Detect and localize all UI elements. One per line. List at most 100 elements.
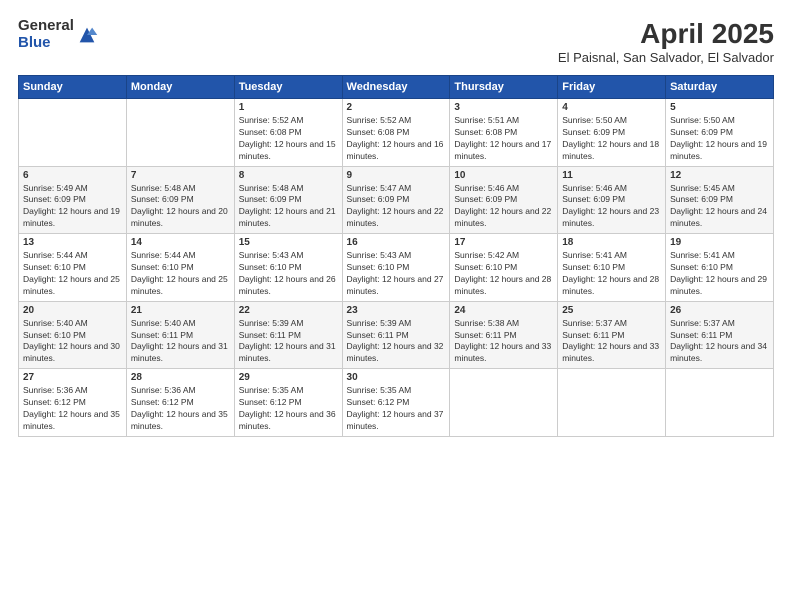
- col-sunday: Sunday: [19, 76, 127, 99]
- day-number: 29: [239, 372, 338, 383]
- page: General Blue April 2025 El Paisnal, San …: [0, 0, 792, 612]
- table-row: [666, 369, 774, 437]
- day-info: Sunrise: 5:52 AMSunset: 6:08 PMDaylight:…: [347, 115, 446, 163]
- table-row: 28Sunrise: 5:36 AMSunset: 6:12 PMDayligh…: [126, 369, 234, 437]
- day-info: Sunrise: 5:49 AMSunset: 6:09 PMDaylight:…: [23, 183, 122, 231]
- table-row: 1 Sunrise: 5:52 AMSunset: 6:08 PMDaylight…: [234, 99, 342, 167]
- day-number: 23: [347, 305, 446, 316]
- day-info: Sunrise: 5:52 AMSunset: 6:08 PMDaylight:…: [239, 115, 338, 163]
- table-row: [558, 369, 666, 437]
- table-row: 21Sunrise: 5:40 AMSunset: 6:11 PMDayligh…: [126, 301, 234, 369]
- day-info: Sunrise: 5:37 AMSunset: 6:11 PMDaylight:…: [670, 318, 769, 366]
- table-row: 26 Sunrise: 5:37 AMSunset: 6:11 PMDayligh…: [666, 301, 774, 369]
- day-number: 2: [347, 102, 446, 113]
- calendar-week-row: 6 Sunrise: 5:49 AMSunset: 6:09 PMDaylight…: [19, 166, 774, 234]
- col-friday: Friday: [558, 76, 666, 99]
- table-row: 13 Sunrise: 5:44 AMSunset: 6:10 PMDayligh…: [19, 234, 127, 302]
- calendar: Sunday Monday Tuesday Wednesday Thursday…: [18, 75, 774, 437]
- table-row: [450, 369, 558, 437]
- logo-blue: Blue: [18, 35, 74, 52]
- day-info: Sunrise: 5:35 AMSunset: 6:12 PMDaylight:…: [239, 385, 338, 433]
- table-row: 16Sunrise: 5:43 AMSunset: 6:10 PMDayligh…: [342, 234, 450, 302]
- day-number: 13: [23, 237, 122, 248]
- day-number: 8: [239, 170, 338, 181]
- logo-icon: [76, 24, 98, 46]
- day-number: 22: [239, 305, 338, 316]
- table-row: 14 Sunrise: 5:44 AMSunset: 6:10 PMDayligh…: [126, 234, 234, 302]
- day-number: 18: [562, 237, 661, 248]
- day-info: Sunrise: 5:40 AMSunset: 6:11 PMDaylight:…: [131, 318, 230, 366]
- table-row: 4 Sunrise: 5:50 AMSunset: 6:09 PMDaylight…: [558, 99, 666, 167]
- table-row: 7 Sunrise: 5:48 AMSunset: 6:09 PMDaylight…: [126, 166, 234, 234]
- table-row: 8 Sunrise: 5:48 AMSunset: 6:09 PMDaylight…: [234, 166, 342, 234]
- col-wednesday: Wednesday: [342, 76, 450, 99]
- day-info: Sunrise: 5:45 AMSunset: 6:09 PMDaylight:…: [670, 183, 769, 231]
- day-info: Sunrise: 5:46 AMSunset: 6:09 PMDaylight:…: [562, 183, 661, 231]
- day-info: Sunrise: 5:38 AMSunset: 6:11 PMDaylight:…: [454, 318, 553, 366]
- day-info: Sunrise: 5:50 AMSunset: 6:09 PMDaylight:…: [670, 115, 769, 163]
- day-info: Sunrise: 5:51 AMSunset: 6:08 PMDaylight:…: [454, 115, 553, 163]
- day-number: 4: [562, 102, 661, 113]
- table-row: 24 Sunrise: 5:38 AMSunset: 6:11 PMDayligh…: [450, 301, 558, 369]
- table-row: 12 Sunrise: 5:45 AMSunset: 6:09 PMDayligh…: [666, 166, 774, 234]
- table-row: [19, 99, 127, 167]
- table-row: 9Sunrise: 5:47 AMSunset: 6:09 PMDaylight…: [342, 166, 450, 234]
- table-row: 11 Sunrise: 5:46 AMSunset: 6:09 PMDayligh…: [558, 166, 666, 234]
- logo-general: General: [18, 18, 74, 35]
- calendar-week-row: 27 Sunrise: 5:36 AMSunset: 6:12 PMDayligh…: [19, 369, 774, 437]
- day-number: 6: [23, 170, 122, 181]
- day-number: 12: [670, 170, 769, 181]
- table-row: 20 Sunrise: 5:40 AMSunset: 6:10 PMDayligh…: [19, 301, 127, 369]
- day-info: Sunrise: 5:44 AMSunset: 6:10 PMDaylight:…: [23, 250, 122, 298]
- location: El Paisnal, San Salvador, El Salvador: [558, 50, 774, 65]
- day-info: Sunrise: 5:36 AMSunset: 6:12 PMDaylight:…: [23, 385, 122, 433]
- day-number: 26: [670, 305, 769, 316]
- day-info: Sunrise: 5:50 AMSunset: 6:09 PMDaylight:…: [562, 115, 661, 163]
- table-row: 22 Sunrise: 5:39 AMSunset: 6:11 PMDayligh…: [234, 301, 342, 369]
- table-row: 6 Sunrise: 5:49 AMSunset: 6:09 PMDaylight…: [19, 166, 127, 234]
- table-row: 3Sunrise: 5:51 AMSunset: 6:08 PMDaylight…: [450, 99, 558, 167]
- calendar-week-row: 20 Sunrise: 5:40 AMSunset: 6:10 PMDayligh…: [19, 301, 774, 369]
- table-row: 5 Sunrise: 5:50 AMSunset: 6:09 PMDaylight…: [666, 99, 774, 167]
- table-row: 17 Sunrise: 5:42 AMSunset: 6:10 PMDayligh…: [450, 234, 558, 302]
- day-number: 20: [23, 305, 122, 316]
- table-row: 29 Sunrise: 5:35 AMSunset: 6:12 PMDayligh…: [234, 369, 342, 437]
- table-row: 15 Sunrise: 5:43 AMSunset: 6:10 PMDayligh…: [234, 234, 342, 302]
- day-number: 1: [239, 102, 338, 113]
- day-number: 9: [347, 170, 446, 181]
- calendar-header-row: Sunday Monday Tuesday Wednesday Thursday…: [19, 76, 774, 99]
- table-row: 27 Sunrise: 5:36 AMSunset: 6:12 PMDayligh…: [19, 369, 127, 437]
- day-info: Sunrise: 5:44 AMSunset: 6:10 PMDaylight:…: [131, 250, 230, 298]
- calendar-week-row: 1 Sunrise: 5:52 AMSunset: 6:08 PMDaylight…: [19, 99, 774, 167]
- day-info: Sunrise: 5:41 AMSunset: 6:10 PMDaylight:…: [670, 250, 769, 298]
- day-info: Sunrise: 5:35 AMSunset: 6:12 PMDaylight:…: [347, 385, 446, 433]
- day-info: Sunrise: 5:43 AMSunset: 6:10 PMDaylight:…: [239, 250, 338, 298]
- day-number: 7: [131, 170, 230, 181]
- day-number: 17: [454, 237, 553, 248]
- day-info: Sunrise: 5:39 AMSunset: 6:11 PMDaylight:…: [239, 318, 338, 366]
- day-number: 27: [23, 372, 122, 383]
- day-number: 16: [347, 237, 446, 248]
- day-info: Sunrise: 5:46 AMSunset: 6:09 PMDaylight:…: [454, 183, 553, 231]
- day-number: 15: [239, 237, 338, 248]
- day-number: 30: [347, 372, 446, 383]
- day-number: 10: [454, 170, 553, 181]
- day-info: Sunrise: 5:40 AMSunset: 6:10 PMDaylight:…: [23, 318, 122, 366]
- col-tuesday: Tuesday: [234, 76, 342, 99]
- day-number: 11: [562, 170, 661, 181]
- table-row: 2 Sunrise: 5:52 AMSunset: 6:08 PMDaylight…: [342, 99, 450, 167]
- table-row: 19Sunrise: 5:41 AMSunset: 6:10 PMDayligh…: [666, 234, 774, 302]
- day-number: 5: [670, 102, 769, 113]
- day-info: Sunrise: 5:48 AMSunset: 6:09 PMDaylight:…: [131, 183, 230, 231]
- header: General Blue April 2025 El Paisnal, San …: [18, 18, 774, 65]
- day-number: 25: [562, 305, 661, 316]
- day-number: 14: [131, 237, 230, 248]
- day-info: Sunrise: 5:42 AMSunset: 6:10 PMDaylight:…: [454, 250, 553, 298]
- table-row: 10 Sunrise: 5:46 AMSunset: 6:09 PMDayligh…: [450, 166, 558, 234]
- calendar-week-row: 13 Sunrise: 5:44 AMSunset: 6:10 PMDayligh…: [19, 234, 774, 302]
- day-number: 24: [454, 305, 553, 316]
- day-info: Sunrise: 5:48 AMSunset: 6:09 PMDaylight:…: [239, 183, 338, 231]
- table-row: [126, 99, 234, 167]
- table-row: 23Sunrise: 5:39 AMSunset: 6:11 PMDayligh…: [342, 301, 450, 369]
- col-thursday: Thursday: [450, 76, 558, 99]
